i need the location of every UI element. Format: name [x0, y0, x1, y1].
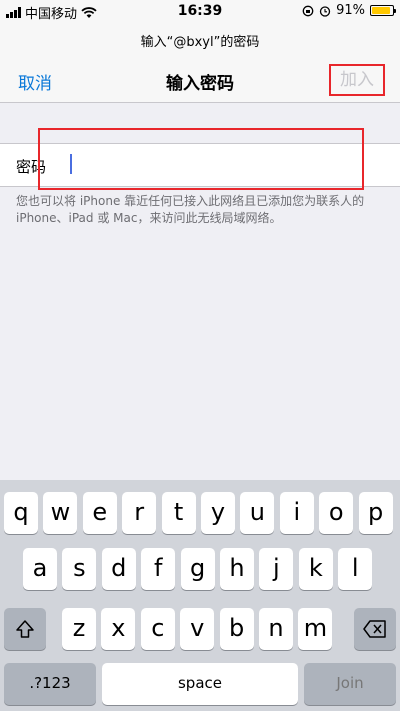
key-u[interactable]: u [240, 492, 275, 534]
network-prompt: 输入“@bxyl”的密码 [140, 35, 260, 50]
nav-bar: 输入密码 取消 加入 [0, 60, 400, 100]
delete-icon [363, 620, 386, 638]
status-right: 91% [302, 3, 396, 18]
key-a[interactable]: a [23, 548, 57, 590]
key-w[interactable]: w [43, 492, 78, 534]
key-o[interactable]: o [319, 492, 354, 534]
key-i[interactable]: i [279, 492, 314, 534]
key-h[interactable]: h [220, 548, 254, 590]
shift-key[interactable] [4, 608, 46, 650]
key-n[interactable]: n [259, 608, 293, 650]
keyboard: .?123 space Join qwertyuiop asdfghjkl zxcv… [0, 480, 400, 711]
key-k[interactable]: k [298, 548, 333, 590]
key-v[interactable]: v [180, 608, 215, 650]
key-r[interactable]: r [122, 492, 157, 534]
numbers-key[interactable]: .?123 [4, 663, 96, 705]
shift-icon [16, 620, 34, 638]
status-bar: 中国移动 16:39 91% [0, 0, 400, 22]
key-z[interactable]: z [62, 608, 96, 650]
key-e[interactable]: e [82, 492, 117, 534]
key-s[interactable]: s [62, 548, 97, 590]
battery-percent: 91% [336, 3, 365, 18]
key-f[interactable]: f [141, 548, 176, 590]
key-y[interactable]: y [201, 492, 235, 534]
battery-icon [370, 5, 396, 16]
text-cursor [70, 154, 72, 174]
top-bar: 中国移动 16:39 91% 输入“@bxyl”的密码 输入密码 取消 加入 [0, 0, 400, 103]
key-q[interactable]: q [4, 492, 38, 534]
join-button[interactable]: 加入 [329, 64, 385, 96]
key-l[interactable]: l [338, 548, 373, 590]
key-t[interactable]: t [161, 492, 196, 534]
cancel-button[interactable]: 取消 [18, 69, 52, 94]
key-g[interactable]: g [180, 548, 215, 590]
key-p[interactable]: p [358, 492, 393, 534]
key-m[interactable]: m [298, 608, 333, 650]
orientation-lock-icon [302, 5, 314, 16]
password-field[interactable] [38, 128, 364, 190]
alarm-icon [319, 5, 331, 17]
key-x[interactable]: x [101, 608, 136, 650]
help-text: 您也可以将 iPhone 靠近任何已接入此网络且已添加您为联系人的 iPhone… [16, 194, 365, 225]
join-key[interactable]: Join [304, 663, 396, 705]
key-j[interactable]: j [259, 548, 294, 590]
key-c[interactable]: c [140, 608, 175, 650]
battery-fill [372, 7, 390, 14]
space-key[interactable]: space [102, 663, 298, 705]
key-d[interactable]: d [101, 548, 136, 590]
key-b[interactable]: b [219, 608, 254, 650]
delete-key[interactable] [354, 608, 396, 650]
